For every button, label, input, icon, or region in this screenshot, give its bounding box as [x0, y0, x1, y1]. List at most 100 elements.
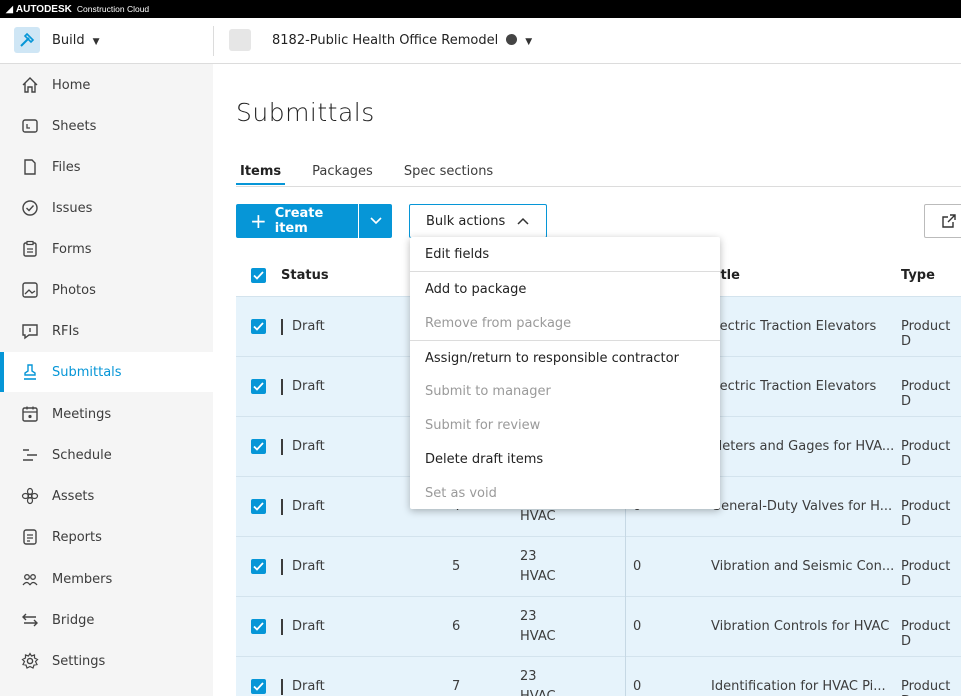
bulk-actions-button[interactable]: Bulk actions: [409, 204, 547, 238]
row-checkbox[interactable]: [251, 379, 266, 394]
rfi-icon: [20, 321, 40, 341]
menu-item-edit-fields[interactable]: Edit fields: [410, 237, 720, 271]
sidebar-item-bridge[interactable]: Bridge: [0, 600, 213, 640]
page-title: Submittals: [236, 98, 375, 127]
row-checkbox[interactable]: [251, 319, 266, 334]
sidebar: Home Sheets Files Issues Forms Photos RF…: [0, 64, 213, 696]
sidebar-item-label: RFIs: [52, 323, 80, 339]
sidebar-item-reports[interactable]: Reports: [0, 517, 213, 557]
export-share-icon: [942, 214, 956, 228]
project-thumbnail: [229, 29, 251, 51]
sidebar-item-meetings[interactable]: Meetings: [0, 394, 213, 434]
sidebar-item-label: Sheets: [52, 118, 97, 134]
tab-items[interactable]: Items: [235, 164, 286, 188]
chevron-down-icon: ▼: [92, 37, 100, 47]
spec-name-cell: HVAC: [520, 687, 556, 696]
type-cell: Product D: [901, 379, 951, 409]
tab-spec-sections[interactable]: Spec sections: [404, 164, 493, 188]
clipboard-icon: [20, 239, 40, 259]
title-cell[interactable]: Meters and Gages for HVA...: [711, 439, 894, 454]
status-cell: Draft: [292, 679, 325, 694]
chevron-down-icon: ▼: [525, 37, 533, 47]
hammer-icon: [20, 32, 35, 47]
title-cell[interactable]: Vibration and Seismic Con...: [711, 559, 894, 574]
revision-cell: 0: [633, 679, 642, 694]
create-item-menu-button[interactable]: [359, 204, 392, 238]
sidebar-item-members[interactable]: Members: [0, 559, 213, 599]
menu-item-delete-draft-items[interactable]: Delete draft items: [410, 442, 720, 476]
table-row[interactable]: Draft 5 23 HVAC 0 Vibration and Seismic …: [236, 536, 961, 596]
status-indicator: [281, 679, 283, 695]
title-cell[interactable]: General-Duty Valves for H...: [711, 499, 892, 514]
row-checkbox[interactable]: [251, 619, 266, 634]
sidebar-item-assets[interactable]: Assets: [0, 476, 213, 516]
status-cell: Draft: [292, 319, 325, 334]
sidebar-item-label: Reports: [52, 529, 102, 545]
bulk-actions-label: Bulk actions: [426, 213, 506, 229]
sidebar-item-photos[interactable]: Photos: [0, 270, 213, 310]
title-cell[interactable]: lectric Traction Elevators: [716, 319, 876, 334]
status-indicator: [281, 499, 283, 515]
export-button[interactable]: [924, 204, 961, 238]
status-cell: Draft: [292, 499, 325, 514]
sidebar-item-label: Issues: [52, 200, 93, 216]
app-header: Build ▼ 8182-Public Health Office Remodel…: [0, 18, 961, 64]
select-all-checkbox[interactable]: [251, 268, 266, 283]
tab-packages[interactable]: Packages: [312, 164, 373, 188]
status-cell: Draft: [292, 619, 325, 634]
schedule-icon: [20, 445, 40, 465]
row-checkbox[interactable]: [251, 439, 266, 454]
sidebar-item-settings[interactable]: Settings: [0, 641, 213, 681]
assets-icon: [20, 486, 40, 506]
sidebar-item-submittals[interactable]: Submittals: [0, 352, 213, 392]
row-checkbox[interactable]: [251, 499, 266, 514]
title-cell[interactable]: lectric Traction Elevators: [716, 379, 876, 394]
number-cell: 6: [452, 619, 461, 634]
spec-name-cell: HVAC: [520, 629, 556, 644]
checkmark-icon: [253, 271, 264, 280]
column-header-type[interactable]: Type: [901, 268, 935, 283]
revision-cell: 0: [633, 619, 642, 634]
checkmark-icon: [253, 682, 264, 691]
sheets-icon: [20, 116, 40, 136]
type-cell: Product D: [901, 559, 951, 589]
sidebar-item-sheets[interactable]: Sheets: [0, 106, 213, 146]
project-selector[interactable]: 8182-Public Health Office Remodel ▼: [272, 33, 532, 48]
row-checkbox[interactable]: [251, 559, 266, 574]
table-row[interactable]: Draft 7 23 HVAC 0 Identification for HVA…: [236, 656, 961, 696]
menu-item-add-to-package[interactable]: Add to package: [410, 272, 720, 306]
sidebar-item-label: Meetings: [52, 406, 112, 422]
menu-item-remove-from-package: Remove from package: [425, 315, 572, 331]
sidebar-item-forms[interactable]: Forms: [0, 229, 213, 269]
header-divider: [213, 26, 214, 56]
checkmark-icon: [253, 502, 264, 511]
title-cell[interactable]: Vibration Controls for HVAC: [711, 619, 889, 634]
sidebar-item-label: Schedule: [52, 447, 112, 463]
sidebar-item-schedule[interactable]: Schedule: [0, 435, 213, 475]
create-item-button[interactable]: + Create item: [236, 204, 358, 238]
sidebar-item-issues[interactable]: Issues: [0, 188, 213, 228]
project-name: 8182-Public Health Office Remodel: [272, 33, 499, 48]
sidebar-item-files[interactable]: Files: [0, 147, 213, 187]
globe-icon: [506, 34, 518, 45]
menu-item-assign-return-contractor[interactable]: Assign/return to responsible contractor: [410, 341, 720, 375]
sidebar-item-label: Bridge: [52, 612, 95, 628]
checkmark-icon: [253, 562, 264, 571]
table-row[interactable]: Draft 6 23 HVAC 0 Vibration Controls for…: [236, 596, 961, 656]
photo-icon: [20, 280, 40, 300]
sidebar-item-label: Forms: [52, 241, 92, 257]
file-icon: [20, 157, 40, 177]
sidebar-item-rfis[interactable]: RFIs: [0, 311, 213, 351]
status-indicator: [281, 439, 283, 455]
sidebar-item-home[interactable]: Home: [0, 65, 213, 105]
sidebar-item-label: Home: [52, 77, 91, 93]
issues-check-icon: [20, 198, 40, 218]
checkmark-icon: [253, 382, 264, 391]
title-cell[interactable]: Identification for HVAC Pi...: [711, 679, 886, 694]
column-header-status[interactable]: Status: [281, 268, 329, 283]
module-switcher-button[interactable]: [14, 27, 40, 53]
module-selector[interactable]: Build ▼: [52, 33, 100, 48]
row-checkbox[interactable]: [251, 679, 266, 694]
calendar-icon: [20, 404, 40, 424]
status-indicator: [281, 619, 283, 635]
